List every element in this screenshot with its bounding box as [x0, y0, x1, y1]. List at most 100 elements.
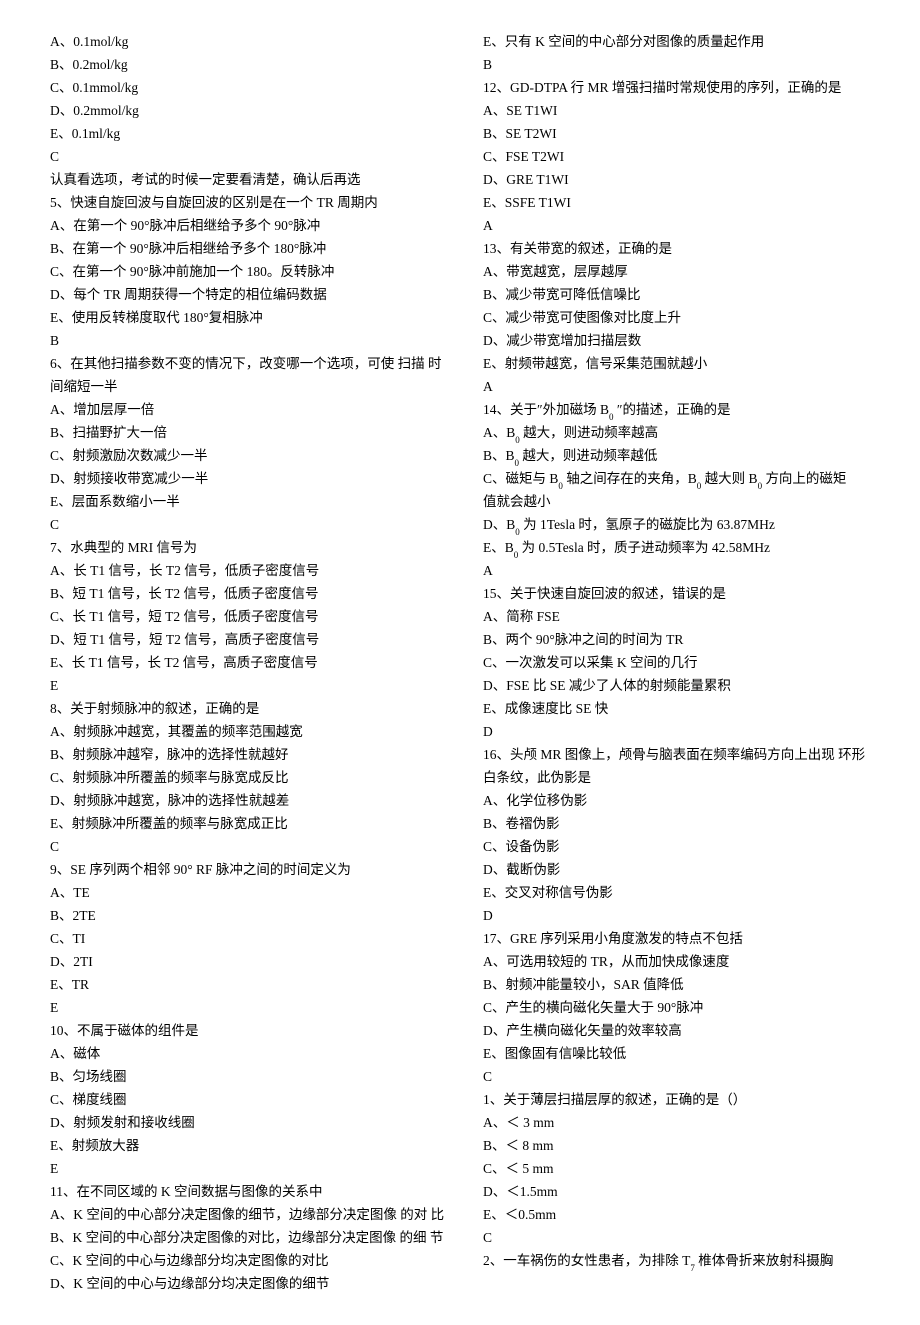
text-line: C、减少带宽可使图像对比度上升 [483, 306, 880, 329]
text-line: A、简称 FSE [483, 605, 880, 628]
text-line: C、在第一个 90°脉冲前施加一个 180。反转脉冲 [50, 260, 447, 283]
text-line: E、长 T1 信号，长 T2 信号，高质子密度信号 [50, 651, 447, 674]
text-line: B、匀场线圈 [50, 1065, 447, 1088]
text-line: 认真看选项，考试的时候一定要看清楚，确认后再选 [50, 168, 447, 191]
text-line: D、射频发射和接收线圈 [50, 1111, 447, 1134]
text-line: A、增加层厚一倍 [50, 398, 447, 421]
text-line: C、长 T1 信号，短 T2 信号，低质子密度信号 [50, 605, 447, 628]
text-line: B、0.2mol/kg [50, 53, 447, 76]
text-line: C、0.1mmol/kg [50, 76, 447, 99]
text-line: B、K 空间的中心部分决定图像的对比，边缘部分决定图像 的细 节 [50, 1226, 447, 1249]
text-line: 10、不属于磁体的组件是 [50, 1019, 447, 1042]
text-line: D、射频脉冲越宽，脉冲的选择性就越差 [50, 789, 447, 812]
text-line: A、B0 越大，则进动频率越高 [483, 421, 880, 444]
text-line: B、＜ 8 mm [483, 1134, 880, 1157]
text-line: E [50, 996, 447, 1019]
text-line: E、使用反转梯度取代 180°复相脉冲 [50, 306, 447, 329]
text-line: 8、关于射频脉冲的叙述，正确的是 [50, 697, 447, 720]
subscript-zero: 0 [609, 412, 614, 422]
text-line: 12、GD-DTPA 行 MR 增强扫描时常规使用的序列，正确的是 [483, 76, 880, 99]
subscript-zero: 0 [515, 527, 520, 537]
text-line: E、只有 K 空间的中心部分对图像的质量起作用 [483, 30, 880, 53]
text-line: D、短 T1 信号，短 T2 信号，高质子密度信号 [50, 628, 447, 651]
text-line: D、＜1.5mm [483, 1180, 880, 1203]
subscript-zero: 0 [758, 481, 763, 491]
text-line: A、射频脉冲越宽，其覆盖的频率范围越宽 [50, 720, 447, 743]
text-line: A [483, 559, 880, 582]
text-line: B、射频冲能量较小，SAR 值降低 [483, 973, 880, 996]
text-line: C、TI [50, 927, 447, 950]
text-line: D、0.2mmol/kg [50, 99, 447, 122]
text-line: C、设备伪影 [483, 835, 880, 858]
text-line: C、射频脉冲所覆盖的频率与脉宽成反比 [50, 766, 447, 789]
text-line: D、减少带宽增加扫描层数 [483, 329, 880, 352]
text-line: 13、有关带宽的叙述，正确的是 [483, 237, 880, 260]
text-line: D、截断伪影 [483, 858, 880, 881]
text-line: A、长 T1 信号，长 T2 信号，低质子密度信号 [50, 559, 447, 582]
text-line: D、每个 TR 周期获得一个特定的相位编码数据 [50, 283, 447, 306]
text-line: B [483, 53, 880, 76]
text-line: E、射频放大器 [50, 1134, 447, 1157]
text-line: C、FSE T2WI [483, 145, 880, 168]
text-line: D、射频接收带宽减少一半 [50, 467, 447, 490]
text-line: E、图像固有信噪比较低 [483, 1042, 880, 1065]
text-line: C、磁矩与 B0 轴之间存在的夹角，B0 越大则 B0 方向上的磁矩 [483, 467, 880, 490]
text-line: A、TE [50, 881, 447, 904]
text-line: B、两个 90°脉冲之间的时间为 TR [483, 628, 880, 651]
text-line: 值就会越小 [483, 490, 880, 513]
text-line: A、0.1mol/kg [50, 30, 447, 53]
text-line: 17、GRE 序列采用小角度激发的特点不包括 [483, 927, 880, 950]
text-line: C、K 空间的中心与边缘部分均决定图像的对比 [50, 1249, 447, 1272]
text-line: B、扫描野扩大一倍 [50, 421, 447, 444]
text-line: 9、SE 序列两个相邻 90° RF 脉冲之间的时间定义为 [50, 858, 447, 881]
text-line: B、短 T1 信号，长 T2 信号，低质子密度信号 [50, 582, 447, 605]
text-line: E、0.1ml/kg [50, 122, 447, 145]
left-column: A、0.1mol/kgB、0.2mol/kgC、0.1mmol/kgD、0.2m… [50, 30, 465, 1295]
text-line: B、射频脉冲越窄，脉冲的选择性就越好 [50, 743, 447, 766]
text-line: E [50, 674, 447, 697]
text-line: 7、水典型的 MRI 信号为 [50, 536, 447, 559]
text-line: 11、在不同区域的 K 空间数据与图像的关系中 [50, 1180, 447, 1203]
text-line: E、＜0.5mm [483, 1203, 880, 1226]
text-line: D、K 空间的中心与边缘部分均决定图像的细节 [50, 1272, 447, 1295]
text-line: B、2TE [50, 904, 447, 927]
text-line: 5、快速自旋回波与自旋回波的区别是在一个 TR 周期内 [50, 191, 447, 214]
text-line: B、在第一个 90°脉冲后相继给予多个 180°脉冲 [50, 237, 447, 260]
text-line: C [483, 1226, 880, 1249]
page: A、0.1mol/kgB、0.2mol/kgC、0.1mmol/kgD、0.2m… [0, 0, 920, 1325]
text-line: E、层面系数缩小一半 [50, 490, 447, 513]
right-column: E、只有 K 空间的中心部分对图像的质量起作用B12、GD-DTPA 行 MR … [465, 30, 880, 1295]
subscript-seven: 7 [690, 1263, 695, 1273]
text-line: C、＜ 5 mm [483, 1157, 880, 1180]
subscript-zero: 0 [558, 481, 563, 491]
text-line: B [50, 329, 447, 352]
text-line: 2、一车祸伤的女性患者，为排除 T7 椎体骨折来放射科摄胸 [483, 1249, 880, 1272]
text-line: C、射频激励次数减少一半 [50, 444, 447, 467]
text-line: C [50, 145, 447, 168]
subscript-zero: 0 [697, 481, 702, 491]
text-line: A、SE T1WI [483, 99, 880, 122]
text-line: B、减少带宽可降低信噪比 [483, 283, 880, 306]
text-line: 1、关于薄层扫描层厚的叙述，正确的是（） [483, 1088, 880, 1111]
text-line: D [483, 904, 880, 927]
text-line: B、B0 越大，则进动频率越低 [483, 444, 880, 467]
text-line: E、B0 为 0.5Tesla 时，质子进动频率为 42.58MHz [483, 536, 880, 559]
text-line: 15、关于快速自旋回波的叙述，错误的是 [483, 582, 880, 605]
subscript-zero: 0 [515, 458, 520, 468]
text-line: 16、头颅 MR 图像上，颅骨与脑表面在频率编码方向上出现 环形 白条纹，此伪影… [483, 743, 880, 789]
text-line: E、SSFE T1WI [483, 191, 880, 214]
text-line: E、射频带越宽，信号采集范围就越小 [483, 352, 880, 375]
subscript-zero: 0 [515, 435, 520, 445]
text-line: A、可选用较短的 TR，从而加快成像速度 [483, 950, 880, 973]
text-line: D、FSE 比 SE 减少了人体的射频能量累积 [483, 674, 880, 697]
text-line: C、产生的横向磁化矢量大于 90°脉冲 [483, 996, 880, 1019]
text-line: A [483, 375, 880, 398]
text-line: E、射频脉冲所覆盖的频率与脉宽成正比 [50, 812, 447, 835]
text-line: D [483, 720, 880, 743]
text-line: C、一次激发可以采集 K 空间的几行 [483, 651, 880, 674]
text-line: 14、关于″外加磁场 B0 ″的描述，正确的是 [483, 398, 880, 421]
text-line: D、2TI [50, 950, 447, 973]
text-line: C [50, 835, 447, 858]
text-line: E [50, 1157, 447, 1180]
text-line: E、TR [50, 973, 447, 996]
